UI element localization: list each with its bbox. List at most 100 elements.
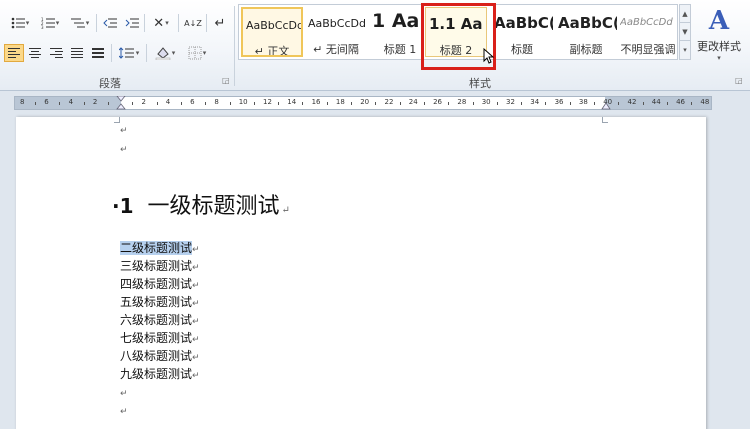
scroll-up-icon[interactable]: ▲: [680, 5, 690, 23]
style-subtle-emphasis[interactable]: AaBbCcDd 不明显强调: [617, 7, 679, 57]
sort-icon[interactable]: A↓Z: [182, 14, 204, 32]
empty-paragraph-mark: ↵: [120, 407, 128, 417]
align-right-icon[interactable]: [46, 44, 66, 62]
paragraph-mark: ↵: [281, 205, 290, 216]
borders-icon[interactable]: ▾: [182, 44, 212, 62]
heading-level-line[interactable]: 四级标题测试↵: [120, 276, 200, 293]
align-center-icon[interactable]: [25, 44, 45, 62]
ruler-tick-mark: [618, 102, 620, 105]
ruler-tick-mark: [229, 102, 231, 105]
ruler-tick-mark: [594, 102, 596, 105]
ruler-tick-label: 36: [554, 98, 564, 106]
change-styles-icon: A: [708, 6, 730, 36]
ruler-tick-label: 20: [360, 98, 370, 106]
style-title[interactable]: AaBbC( 标题: [491, 7, 553, 57]
gallery-more-icon[interactable]: ▾: [680, 41, 690, 59]
mouse-cursor-icon: [483, 48, 495, 64]
ruler-tick-label: 30: [481, 98, 491, 106]
justify-icon[interactable]: [67, 44, 87, 62]
heading-level-line[interactable]: 八级标题测试↵: [120, 348, 200, 365]
ruler-tick-label: 12: [263, 98, 272, 106]
ruler-tick-mark: [521, 102, 523, 105]
ruler-tick-label: 6: [44, 98, 49, 106]
ruler-tick-mark: [642, 102, 644, 105]
document-page[interactable]: ↵ ↵ ·1 一级标题测试 ↵ 二级标题测试↵ 三级标题测试↵ 四级标题测试↵ 五…: [16, 117, 706, 429]
ruler-tick-mark: [351, 102, 353, 105]
right-indent-marker-icon[interactable]: [601, 98, 611, 110]
ruler-tick-mark: [59, 102, 61, 105]
asian-layout-icon[interactable]: ✕ ▾: [148, 14, 174, 32]
scroll-down-icon[interactable]: ▼: [680, 23, 690, 41]
empty-paragraph-mark: ↵: [120, 389, 128, 399]
ruler-tick-mark: [83, 102, 85, 105]
ruler-tick-mark: [108, 102, 110, 105]
heading-level-line[interactable]: 五级标题测试↵: [120, 294, 200, 311]
ruler-tick-mark: [302, 102, 304, 105]
styles-dialog-launcher[interactable]: ◲: [735, 76, 743, 85]
ruler-tick-mark: [205, 102, 207, 105]
increase-indent-icon[interactable]: [122, 14, 142, 32]
style-normal[interactable]: AaBbCcDd ↵ 正文: [241, 7, 303, 57]
bullet-list-icon[interactable]: ▾: [6, 14, 34, 32]
ruler-tick-label: 38: [578, 98, 588, 106]
heading-1-paragraph[interactable]: ·1 一级标题测试 ↵: [112, 188, 290, 220]
ruler-tick-label: 2: [92, 98, 98, 106]
style-no-spacing[interactable]: AaBbCcDd ↵ 无间隔: [305, 7, 367, 57]
ruler-tick-mark: [399, 102, 401, 105]
change-styles-button[interactable]: A 更改样式 ▾: [694, 6, 744, 68]
ruler-tick-label: 42: [627, 98, 637, 106]
paragraph-group-label: 段落: [99, 77, 121, 90]
indent-marker-icon[interactable]: [116, 96, 126, 110]
heading-number: ·1: [112, 194, 134, 218]
numbered-list-icon[interactable]: 1 2 3 ▾: [36, 14, 64, 32]
heading-1-text: 一级标题测试: [147, 194, 280, 219]
ruler-tick-label: 16: [311, 98, 321, 106]
ruler-tick-mark: [180, 102, 182, 105]
multilevel-list-icon[interactable]: ▾: [66, 14, 94, 32]
ruler-tick-mark: [35, 102, 37, 105]
ruler-tick-label: 34: [530, 98, 540, 106]
gallery-scrollbar[interactable]: ▲ ▼ ▾: [679, 4, 691, 60]
ruler-tick-mark: [448, 102, 450, 105]
ruler-tick-mark: [253, 102, 255, 105]
heading-level-line[interactable]: 九级标题测试↵: [120, 366, 200, 383]
show-marks-icon[interactable]: ↵: [210, 14, 230, 32]
ruler-tick-mark: [423, 102, 425, 105]
change-styles-dropdown-icon: ▾: [717, 54, 721, 62]
ruler-tick-mark: [666, 102, 668, 105]
ruler-tick-label: 4: [165, 98, 171, 106]
align-left-icon[interactable]: [4, 44, 24, 62]
ruler-tick-label: 24: [408, 98, 418, 106]
ruler-tick-mark: [326, 102, 328, 105]
decrease-indent-icon[interactable]: [100, 14, 120, 32]
ruler-tick-label: 32: [506, 98, 515, 106]
ruler-tick-mark: [496, 102, 498, 105]
ruler-tick-label: 8: [214, 98, 219, 106]
ruler-tick-mark: [472, 102, 474, 105]
ruler-tick-label: 46: [676, 98, 686, 106]
ruler-tick-mark: [691, 102, 693, 105]
paragraph-dialog-launcher[interactable]: ◲: [222, 76, 230, 85]
svg-text:3: 3: [41, 25, 44, 29]
empty-paragraph-mark: ↵: [120, 145, 128, 155]
heading-level-line[interactable]: 三级标题测试↵: [120, 258, 200, 275]
ruler-tick-label: 2: [141, 98, 146, 106]
style-subtitle[interactable]: AaBbC( 副标题: [555, 7, 617, 57]
ruler-tick-label: 8: [20, 98, 25, 106]
ruler-tick-label: 10: [238, 98, 248, 106]
change-styles-label: 更改样式: [697, 40, 741, 53]
empty-paragraph-mark: ↵: [120, 126, 128, 136]
horizontal-ruler[interactable]: 8 6 4 2 2 4 6 8 10 12 14 16 18 20 22 24 26 28 30 32 34 36 38 40…: [14, 96, 712, 110]
ruler-tick-mark: [132, 102, 134, 105]
heading-level-line[interactable]: 七级标题测试↵: [120, 330, 200, 347]
ruler-tick-label: 48: [700, 98, 710, 106]
ruler-tick-label: 26: [433, 98, 443, 106]
heading-level-line[interactable]: 二级标题测试↵: [120, 240, 200, 257]
line-spacing-icon[interactable]: ▾: [114, 44, 144, 62]
ruler-tick-label: 6: [190, 98, 195, 106]
ruler-tick-mark: [278, 102, 280, 105]
heading-level-line[interactable]: 六级标题测试↵: [120, 312, 200, 329]
shading-icon[interactable]: ▾: [150, 44, 180, 62]
distributed-icon[interactable]: [88, 44, 108, 62]
ruler-tick-mark: [545, 102, 547, 105]
